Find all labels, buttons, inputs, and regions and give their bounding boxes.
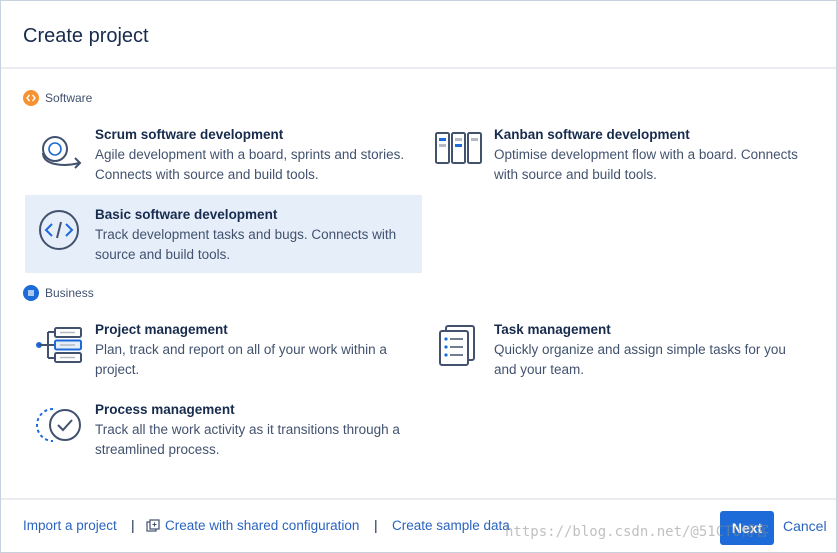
section-business: Business [23,285,94,301]
cancel-button[interactable]: Cancel [783,518,827,534]
template-scrum[interactable]: Scrum software development Agile develop… [25,115,422,193]
template-process-management[interactable]: Process management Track all the work ac… [25,390,422,468]
sample-data-link[interactable]: Create sample data [392,518,510,533]
template-title: Task management [494,322,611,337]
section-software: Software [23,90,92,106]
code-icon [23,90,39,106]
template-title: Process management [95,402,235,417]
template-title: Scrum software development [95,127,284,142]
template-desc-line1: Optimise development flow with a board. … [494,147,798,162]
template-desc-line1: Track all the work activity as it transi… [95,422,400,437]
template-title: Project management [95,322,228,337]
template-desc-line1: Plan, track and report on all of your wo… [95,342,387,357]
dialog-header: Create project [1,1,836,69]
template-desc-line2: streamlined process. [95,442,220,457]
template-desc-line1: Agile development with a board, sprints … [95,147,405,162]
template-project-management[interactable]: Project management Plan, track and repor… [25,310,422,388]
template-title: Basic software development [95,207,278,222]
task-list-icon [439,325,475,366]
create-project-dialog: Create project Software Scrum software d… [0,0,837,553]
template-desc-line2: source and build tools. [95,247,231,262]
shared-configuration-link[interactable]: Create with shared configuration [165,518,359,533]
scrum-cycle-icon [42,136,82,169]
template-basic[interactable]: Basic software development Track develop… [25,195,422,273]
template-desc-line1: Track development tasks and bugs. Connec… [95,227,397,242]
list-icon [23,285,39,301]
import-project-link[interactable]: Import a project [23,518,117,533]
template-desc-line1: Quickly organize and assign simple tasks… [494,342,786,357]
section-software-label: Software [45,91,93,105]
template-kanban[interactable]: Kanban software development Optimise dev… [424,115,821,193]
process-check-icon [36,408,81,442]
dialog-footer: Import a project | Create with shared co… [1,498,836,552]
code-brackets-icon [39,210,79,250]
footer-separator: | [131,517,135,533]
dialog-title: Create project [23,25,149,47]
template-title: Kanban software development [494,127,690,142]
footer-separator: | [374,517,378,533]
section-business-label: Business [45,286,94,300]
kanban-board-icon [435,132,482,164]
project-stack-icon [36,327,82,363]
copy-config-icon [146,519,160,538]
template-task-management[interactable]: Task management Quickly organize and ass… [424,310,821,388]
template-desc-line2: project. [95,362,140,377]
template-desc-line2: with source and build tools. [494,167,657,182]
template-desc-line2: Connects with source and build tools. [95,167,319,182]
next-button[interactable]: Next [720,511,774,545]
template-desc-line2: and your team. [494,362,585,377]
